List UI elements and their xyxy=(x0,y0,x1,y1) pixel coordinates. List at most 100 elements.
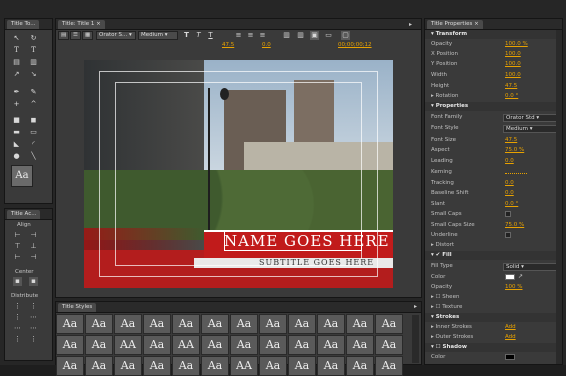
vertical-area-type-tool-icon[interactable]: ▥ xyxy=(29,58,38,67)
bold-icon[interactable]: T xyxy=(182,31,191,40)
align-bottom-icon[interactable]: ⊢ xyxy=(13,253,22,262)
section-strokes[interactable]: ▾ Strokes xyxy=(425,313,562,322)
style-swatch[interactable]: Aa xyxy=(288,335,316,355)
path-type-tool-icon[interactable]: ↗ xyxy=(12,70,21,79)
tab-stops-icon[interactable]: ▥ xyxy=(282,31,291,40)
type-tool-icon[interactable]: T xyxy=(12,46,21,55)
styles-scrollbar[interactable] xyxy=(412,315,419,363)
subtitle-text[interactable]: SUBTITLE GOES HERE xyxy=(259,258,374,267)
distribute-right-icon[interactable]: ⋮ xyxy=(13,313,22,322)
style-swatch[interactable]: Aa xyxy=(375,335,403,355)
style-swatch[interactable]: Aa xyxy=(375,314,403,334)
fill-type-select[interactable]: Solid ▾ xyxy=(503,263,561,271)
style-swatch[interactable]: Aa xyxy=(230,335,258,355)
kerning-value[interactable] xyxy=(505,168,527,174)
title-canvas[interactable]: NAME GOES HERE SUBTITLE GOES HERE xyxy=(84,60,393,288)
style-swatch[interactable]: Aa xyxy=(172,356,200,376)
style-swatch[interactable]: Aa xyxy=(114,314,142,334)
style-swatch[interactable]: Aa xyxy=(317,356,345,376)
style-swatch[interactable]: Aa xyxy=(346,356,374,376)
templates-button[interactable]: ▦ xyxy=(82,31,94,40)
outer-strokes-add[interactable]: Add xyxy=(505,333,516,342)
tab-title-tools[interactable]: Title To... xyxy=(7,20,40,29)
style-swatch[interactable]: Aa xyxy=(346,314,374,334)
small-caps-checkbox[interactable] xyxy=(505,211,511,217)
show-background-video-icon[interactable]: ▣ xyxy=(310,31,319,40)
section-transform[interactable]: ▾ Transform xyxy=(425,30,562,39)
tab-title-properties[interactable]: Title Properties × xyxy=(427,20,483,29)
height-value[interactable]: 47.5 xyxy=(505,82,517,91)
fill-opacity-value[interactable]: 100 % xyxy=(505,283,522,292)
underline-checkbox[interactable] xyxy=(505,232,511,238)
selection-tool-icon[interactable]: ↖ xyxy=(12,34,21,43)
center-horizontal-icon[interactable]: ▪ xyxy=(13,277,22,286)
kerning-field[interactable]: 0.0 xyxy=(262,42,271,48)
tab-title-actions[interactable]: Title Ac... xyxy=(7,210,41,219)
font-style-dropdown[interactable]: Medium ▾ xyxy=(138,31,178,40)
style-swatch[interactable]: Aa xyxy=(56,335,84,355)
section-properties[interactable]: ▾ Properties xyxy=(425,102,562,111)
monitor-icon[interactable]: ▢ xyxy=(341,31,350,40)
style-swatch[interactable]: Aa xyxy=(317,314,345,334)
italic-icon[interactable]: T xyxy=(194,31,203,40)
tracking-value[interactable]: 0.0 xyxy=(505,179,514,188)
safe-title-margin-icon[interactable]: ▭ xyxy=(324,31,333,40)
shadow-color-swatch[interactable] xyxy=(505,354,515,360)
style-swatch[interactable]: Aa xyxy=(143,335,171,355)
style-swatch[interactable]: Aa xyxy=(56,356,84,376)
ellipse-tool-icon[interactable]: ● xyxy=(12,152,21,161)
slant-value[interactable]: 0.0 ° xyxy=(505,200,518,209)
distribute-vertical-icon[interactable]: ⋮ xyxy=(29,335,38,344)
area-type-tool-icon[interactable]: ▤ xyxy=(12,58,21,67)
align-right-text-icon[interactable]: ≡ xyxy=(258,31,267,40)
pen-tool-icon[interactable]: ✒ xyxy=(12,88,21,97)
style-swatch[interactable]: Aa xyxy=(259,314,287,334)
wedge-tool-icon[interactable]: ◣ xyxy=(12,140,21,149)
prop-texture[interactable]: ▸ ☐ Texture xyxy=(425,303,562,312)
tab-stops2-icon[interactable]: ▥ xyxy=(296,31,305,40)
underline-icon[interactable]: T xyxy=(206,31,215,40)
width-value[interactable]: 100.0 xyxy=(505,71,521,80)
style-swatch[interactable]: Aa xyxy=(201,335,229,355)
align-top-icon[interactable]: ⊤ xyxy=(13,242,22,251)
distribute-left-icon[interactable]: ⋮ xyxy=(13,302,22,311)
style-swatch[interactable]: Aa xyxy=(288,314,316,334)
properties-scrollbar[interactable] xyxy=(556,30,562,364)
align-right-icon[interactable]: ⊣ xyxy=(29,253,38,262)
distribute-bottom-icon[interactable]: ⋮ xyxy=(13,335,22,344)
style-swatch[interactable]: Aa xyxy=(56,314,84,334)
ypos-value[interactable]: 100.0 xyxy=(505,60,521,69)
prop-sheen[interactable]: ▸ ☐ Sheen xyxy=(425,293,562,302)
delete-anchor-tool-icon[interactable]: ✎ xyxy=(29,88,38,97)
style-swatch[interactable]: Aa xyxy=(317,335,345,355)
distribute-center-icon[interactable]: ⋮ xyxy=(29,302,38,311)
fill-color-swatch[interactable] xyxy=(505,274,515,280)
distribute-top-icon[interactable]: ⋯ xyxy=(13,324,22,333)
timecode-field[interactable]: 00;00;00;12 xyxy=(338,42,372,48)
text-bounding-box[interactable] xyxy=(224,231,362,251)
align-center-text-icon[interactable]: ≡ xyxy=(246,31,255,40)
style-swatch[interactable]: Aa xyxy=(259,356,287,376)
rectangle-tool-icon[interactable]: ■ xyxy=(12,116,21,125)
font-size-value[interactable]: 47.5 xyxy=(505,136,517,145)
tab-title-styles[interactable]: Title Styles xyxy=(58,303,97,312)
inner-strokes-add[interactable]: Add xyxy=(505,323,516,332)
style-swatch[interactable]: Aa xyxy=(259,335,287,355)
clipped-rectangle-tool-icon[interactable]: ◼ xyxy=(29,116,38,125)
font-family-select[interactable]: Orator Std ▾ xyxy=(503,114,561,122)
style-swatch[interactable]: Aa xyxy=(230,314,258,334)
style-swatch[interactable]: Aa xyxy=(375,356,403,376)
style-swatch[interactable]: Aa xyxy=(85,335,113,355)
rotation-value[interactable]: 0.0 ° xyxy=(505,92,518,101)
align-middle-v-icon[interactable]: ⊥ xyxy=(29,242,38,251)
section-shadow[interactable]: ▾ ☐ Shadow xyxy=(425,343,562,352)
small-caps-size-value[interactable]: 75.0 % xyxy=(505,221,524,230)
style-swatch[interactable]: Aa xyxy=(85,314,113,334)
style-swatch[interactable]: Aa xyxy=(143,314,171,334)
distribute-horizontal-icon[interactable]: ⋯ xyxy=(29,313,38,322)
style-swatch[interactable]: Aa xyxy=(288,356,316,376)
add-anchor-tool-icon[interactable]: + xyxy=(12,100,21,109)
rotation-tool-icon[interactable]: ↻ xyxy=(29,34,38,43)
opacity-value[interactable]: 100.0 % xyxy=(505,40,528,49)
styles-menu-icon[interactable]: ▸ xyxy=(414,303,417,310)
